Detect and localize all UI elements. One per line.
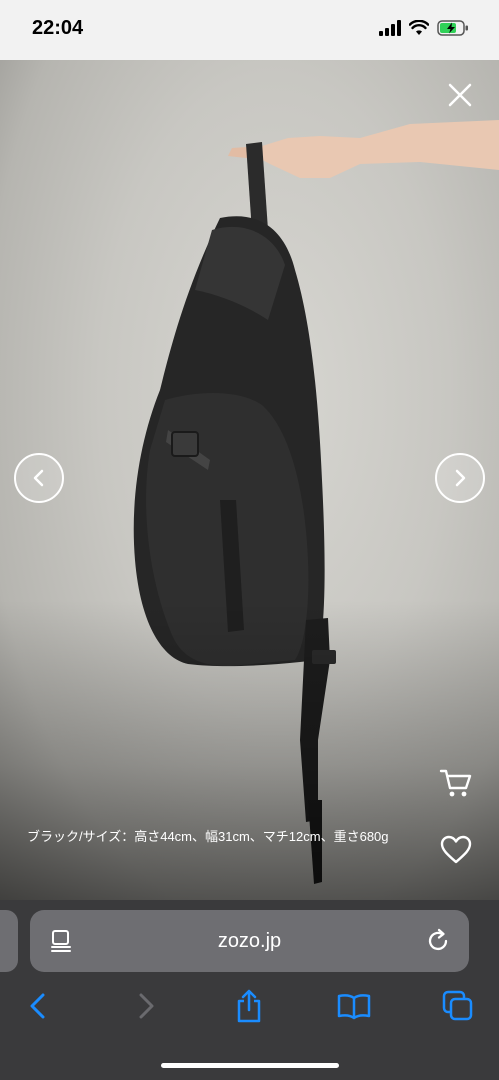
chevron-right-icon bbox=[455, 469, 466, 487]
status-time: 22:04 bbox=[32, 17, 84, 39]
book-icon bbox=[337, 994, 371, 1020]
previous-image-button[interactable] bbox=[14, 453, 64, 503]
wifi-icon bbox=[409, 20, 429, 35]
add-to-cart-button[interactable] bbox=[438, 765, 474, 801]
signal-icon bbox=[379, 20, 401, 36]
home-indicator bbox=[161, 1063, 339, 1068]
back-icon bbox=[30, 993, 45, 1019]
share-button[interactable] bbox=[229, 985, 269, 1027]
url-text: zozo.jp bbox=[217, 930, 282, 952]
cart-icon bbox=[439, 769, 472, 797]
image-caption: ブラック/サイズ：高さ44cm、幅31cm、マチ12cm、重さ680g bbox=[27, 829, 389, 844]
battery-icon bbox=[437, 20, 468, 36]
share-icon bbox=[237, 989, 261, 1023]
bookmarks-button[interactable] bbox=[334, 985, 374, 1027]
address-bar[interactable]: zozo.jp bbox=[30, 910, 469, 972]
browser-toolbar bbox=[0, 985, 499, 1027]
tabs-button[interactable] bbox=[438, 985, 478, 1027]
previous-tab-preview[interactable] bbox=[0, 910, 18, 972]
next-image-button[interactable] bbox=[435, 453, 485, 503]
tabs-icon bbox=[442, 990, 473, 1021]
forward-button[interactable] bbox=[126, 985, 166, 1027]
status-icons bbox=[379, 20, 469, 36]
chevron-left-icon bbox=[33, 469, 44, 487]
heart-icon bbox=[440, 835, 472, 864]
photo-gradient bbox=[0, 600, 499, 900]
forward-icon bbox=[139, 993, 154, 1019]
status-bar: 22:04 bbox=[0, 0, 499, 60]
favorite-button[interactable] bbox=[439, 833, 473, 867]
close-icon bbox=[448, 83, 472, 107]
product-photo bbox=[0, 60, 499, 900]
back-button[interactable] bbox=[18, 985, 58, 1027]
close-button[interactable] bbox=[443, 78, 477, 112]
reload-icon[interactable] bbox=[425, 928, 451, 954]
